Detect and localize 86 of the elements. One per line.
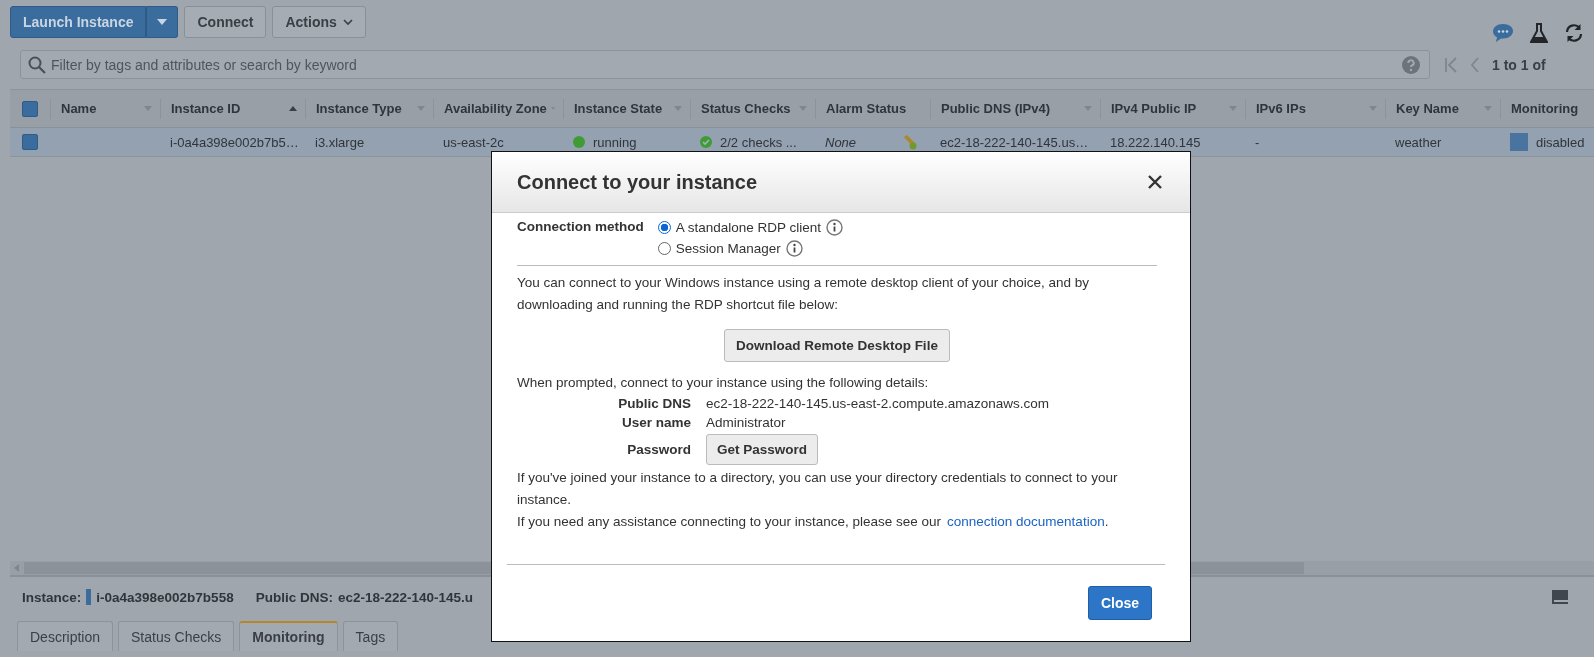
detail-value: ec2-18-222-140-145.u bbox=[337, 589, 473, 605]
caret-icon[interactable] bbox=[1229, 106, 1237, 111]
field-value: Administrator bbox=[706, 415, 786, 430]
table-row[interactable]: i-0a4a398e002b7b5… i3.xlarge us-east-2c running 2/2 checks ... None ec2-18-222-140-145.us… 18.222.140.145 - weather disabled bbox=[10, 128, 1594, 157]
prompt-text: When prompted, connect to your instance using the following details: bbox=[517, 374, 930, 392]
table-cell: i-0a4a398e002b7b5… bbox=[170, 134, 299, 150]
sort-ascending-icon[interactable] bbox=[289, 106, 297, 111]
radio-label[interactable]: A standalone RDP client bbox=[675, 220, 822, 235]
check-icon bbox=[700, 136, 712, 148]
column-header[interactable]: Alarm Status bbox=[826, 101, 907, 116]
detail-value: i-0a4a398e002b7b558 bbox=[96, 589, 234, 605]
search-field[interactable]: Filter by tags and attributes or search by keyword bbox=[20, 50, 1430, 79]
column-header[interactable]: Monitoring bbox=[1511, 101, 1579, 116]
column-header[interactable]: Availability Zone bbox=[444, 101, 547, 116]
caret-icon[interactable] bbox=[1084, 106, 1092, 111]
get-password-button[interactable]: Get Password bbox=[706, 434, 819, 465]
field-label: User name bbox=[620, 415, 691, 430]
period-text: . bbox=[1104, 514, 1109, 529]
intro-text: You can connect to your Windows instance using a remote desktop client of your choice, and by downloading and running the RDP shortcut file below: bbox=[517, 274, 1091, 314]
chevron-down-icon bbox=[342, 17, 353, 26]
info-icon[interactable] bbox=[785, 240, 803, 257]
column-header[interactable]: Status Checks bbox=[701, 101, 791, 116]
download-button[interactable]: Download Remote Desktop File bbox=[724, 329, 950, 362]
column-header[interactable]: Instance State bbox=[574, 101, 663, 116]
actions-button[interactable]: Actions bbox=[272, 5, 366, 38]
column-header[interactable]: IPv4 Public IP bbox=[1111, 101, 1197, 116]
detail-label: Public DNS: bbox=[255, 589, 333, 605]
table-cell: running bbox=[593, 134, 637, 150]
connection-method-label: Connection method bbox=[517, 219, 644, 236]
column-header[interactable]: Name bbox=[61, 101, 97, 116]
flask-icon[interactable] bbox=[1530, 22, 1548, 43]
table-cell: i3.xlarge bbox=[315, 134, 365, 150]
tab[interactable]: Monitoring bbox=[239, 621, 338, 651]
column-header[interactable]: IPv6 IPs bbox=[1256, 101, 1306, 116]
close-button[interactable]: Close bbox=[1087, 586, 1152, 620]
field-label: Public DNS bbox=[617, 396, 691, 411]
radio-button[interactable] bbox=[657, 221, 671, 234]
table-cell: 2/2 checks ... bbox=[720, 134, 797, 150]
row-checkbox[interactable] bbox=[22, 134, 38, 150]
search-icon bbox=[28, 56, 46, 74]
detail-label: Instance: bbox=[22, 589, 82, 605]
caret-icon[interactable] bbox=[1369, 106, 1377, 111]
refresh-icon[interactable] bbox=[1564, 22, 1584, 43]
scroll-left-icon[interactable] bbox=[14, 564, 20, 572]
dropdown-button[interactable] bbox=[146, 5, 179, 38]
caret-icon[interactable] bbox=[799, 106, 807, 111]
table-cell: None bbox=[825, 134, 857, 150]
caret-icon[interactable] bbox=[1484, 106, 1492, 111]
help-text: If you need any assistance connecting to your instance, please see our bbox=[517, 514, 942, 529]
pagination-text: 1 to 1 of bbox=[1492, 56, 1546, 73]
help-icon[interactable] bbox=[1402, 56, 1420, 74]
tab[interactable]: Status Checks bbox=[118, 621, 235, 651]
caret-icon[interactable] bbox=[417, 106, 425, 111]
chat-icon[interactable] bbox=[1492, 22, 1514, 43]
table-cell: ec2-18-222-140-145.us… bbox=[940, 134, 1089, 150]
table-cell: weather bbox=[1395, 134, 1442, 150]
documentation-link[interactable]: connection documentation bbox=[947, 514, 1105, 529]
connect-button[interactable]: Connect bbox=[184, 5, 267, 38]
column-header[interactable]: Key Name bbox=[1396, 101, 1459, 116]
table-cell: disabled bbox=[1536, 134, 1585, 150]
caret-icon[interactable] bbox=[144, 106, 152, 111]
first-page-icon[interactable] bbox=[1444, 56, 1458, 73]
column-header[interactable]: Public DNS (IPv4) bbox=[941, 101, 1051, 116]
column-header[interactable]: Instance ID bbox=[171, 101, 241, 116]
tab[interactable]: Tags bbox=[342, 621, 399, 651]
table-cell: 18.222.140.145 bbox=[1110, 134, 1201, 150]
select-all-checkbox[interactable] bbox=[22, 100, 38, 117]
column-header[interactable]: Instance Type bbox=[316, 101, 402, 116]
field-value: ec2-18-222-140-145.us-east-2.compute.amazonaws.com bbox=[706, 396, 1049, 411]
field-label: Password bbox=[626, 442, 691, 457]
info-icon[interactable] bbox=[826, 219, 844, 236]
caret-icon[interactable] bbox=[674, 106, 682, 111]
dialog-title: Connect to your instance bbox=[517, 170, 758, 194]
panel-icon[interactable] bbox=[1552, 590, 1568, 604]
caret-icon[interactable] bbox=[550, 106, 555, 111]
table-cell: us-east-2c bbox=[443, 134, 504, 150]
previous-page-icon[interactable] bbox=[1470, 56, 1480, 73]
radio-button[interactable] bbox=[657, 242, 671, 255]
monitoring-square-icon bbox=[1510, 133, 1528, 151]
caret-icon bbox=[156, 17, 169, 26]
table-cell: - bbox=[1255, 134, 1260, 150]
radio-label[interactable]: Session Manager bbox=[675, 241, 781, 256]
directory-note: If you've joined your instance to a directory, you can use your directory credentials to connect to your instance. bbox=[517, 469, 1119, 509]
tab[interactable]: Description bbox=[17, 621, 114, 651]
launch-instance-button[interactable]: Launch Instance bbox=[10, 5, 147, 38]
close-icon[interactable] bbox=[1148, 175, 1162, 189]
